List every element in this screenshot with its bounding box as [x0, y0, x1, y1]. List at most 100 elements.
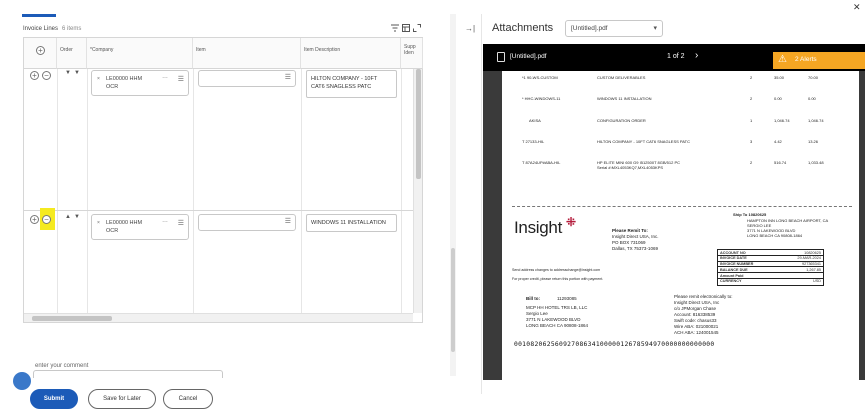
company-value: LE00000 HHM OCR: [106, 76, 143, 90]
move-down-icon[interactable]: ▼: [74, 214, 80, 220]
alerts-badge[interactable]: ⚠ 2 Alerts: [773, 52, 865, 69]
address-change-note: Send address changes to addresschange@in…: [512, 268, 601, 272]
company-prompt[interactable]: × LE00000 HHM OCR … ☰: [91, 214, 189, 240]
electronic-remit-line: Insight Direct USA, Inc: [674, 300, 720, 305]
collapse-panel-icon[interactable]: →|: [465, 24, 475, 33]
viewer-file-name: [Untitled].pdf: [510, 53, 547, 60]
remit-to-line: Please Remit To:: [612, 228, 648, 233]
prompt-list-icon[interactable]: ☰: [178, 75, 184, 83]
line-item-desc: CONFIGURATION ORDER: [597, 118, 646, 123]
bill-address-line: 3771 N LAKEWOOD BLVD: [526, 317, 581, 322]
account-label: INVOICE DATE: [720, 256, 747, 261]
save-for-later-button[interactable]: Save for Later: [88, 389, 156, 409]
line-item-qty: 2: [750, 75, 753, 80]
more-icon[interactable]: …: [162, 218, 168, 224]
line-item-qty: 2: [750, 160, 753, 165]
line-item-part: * HHC-WINDOWS-11: [522, 96, 561, 101]
alerts-label: 2 Alerts: [795, 56, 817, 63]
line-item-unit: 1,046.74: [774, 118, 790, 123]
add-line-icon[interactable]: +: [30, 215, 39, 224]
electronic-remit-line: ACH ABA: 124001545: [674, 330, 719, 335]
ocr-scanline: 0010820625609270863410000012678594970000…: [514, 341, 715, 348]
item-description-field[interactable]: HILTON COMPANY - 10FT CAT6 SNAGLESS PATC: [306, 70, 397, 98]
cancel-button[interactable]: Cancel: [163, 389, 213, 409]
electronic-remit-line: Swift code: chasus33: [674, 318, 717, 323]
panel-divider: [481, 14, 482, 394]
attachment-select-value: [Untitled].pdf: [571, 25, 608, 32]
line-item-qty: 2: [750, 96, 753, 101]
item-prompt[interactable]: ☰: [198, 70, 296, 87]
bill-address-line: Sergio Lee: [526, 311, 548, 316]
expand-icon[interactable]: [413, 24, 421, 35]
header-item-description: Item Description: [301, 38, 401, 69]
remove-line-icon[interactable]: −: [42, 71, 51, 80]
company-prompt[interactable]: × LE00000 HHM OCR … ☰: [91, 70, 189, 96]
next-page-icon[interactable]: ›: [695, 50, 698, 61]
columns-icon[interactable]: [402, 24, 410, 35]
attachments-title: Attachments: [492, 22, 554, 34]
clear-icon[interactable]: ×: [97, 76, 100, 82]
invoice-lines-count: 6 items: [62, 26, 82, 32]
insight-logo-mark: ⁜: [566, 215, 577, 229]
col-divider: [401, 69, 402, 313]
bill-address-line: LONG BEACH CA 90808-1864: [526, 323, 589, 328]
header-company: *Company: [87, 38, 193, 69]
account-value: 29-MAR-2024: [797, 256, 821, 261]
prompt-list-icon[interactable]: ☰: [285, 217, 291, 225]
move-down-icon[interactable]: ▼: [74, 70, 80, 76]
chevron-down-icon: ▾: [653, 25, 657, 32]
bill-address-line: MCP HH HOTEL TRS LB, LLC: [526, 305, 588, 310]
col-divider: [87, 69, 88, 313]
electronic-remit-line: Account: 816338539: [674, 312, 716, 317]
line-item-qty: 3: [750, 139, 753, 144]
line-item-total: 1,046.74: [808, 118, 824, 123]
page-scroll-thumb[interactable]: [451, 248, 455, 352]
account-value: 927365341: [801, 262, 821, 267]
vertical-scroll-thumb[interactable]: [416, 69, 421, 179]
more-icon[interactable]: …: [162, 74, 168, 80]
account-value: USD: [812, 279, 821, 284]
warning-icon: ⚠: [778, 54, 787, 65]
account-label: Amount Paid: [720, 273, 744, 278]
prompt-list-icon[interactable]: ☰: [285, 73, 291, 81]
close-icon[interactable]: ✕: [853, 2, 861, 13]
ship-to-line: LONG BEACH CA 90808-1864: [747, 233, 803, 238]
comment-input[interactable]: [33, 370, 223, 378]
horizontal-scroll-thumb[interactable]: [32, 316, 112, 321]
attachment-select[interactable]: [Untitled].pdf ▾: [565, 20, 663, 37]
perforation-line: [512, 206, 852, 207]
submit-button[interactable]: Submit: [30, 389, 78, 409]
page-indicator: 1 of 2: [667, 53, 685, 60]
ship-to-line: Ship To 10820625: [733, 212, 767, 217]
line-item-unit: 0.00: [774, 96, 782, 101]
line-item-part: T 27133-HIL: [522, 139, 545, 144]
file-icon: [497, 52, 505, 62]
avatar: [13, 372, 31, 390]
invoice-lines-grid: + Order *Company Item Item Description S…: [23, 37, 423, 323]
line-item-desc: HILTON COMPANY - 10FT CAT6 SNAGLESS PATC: [597, 139, 690, 144]
electronic-remit-line: Please remit electronically to:: [674, 294, 733, 299]
remove-line-icon[interactable]: −: [42, 215, 51, 224]
item-description-field[interactable]: WINDOWS 11 INSTALLATION: [306, 214, 397, 232]
line-item-serial: Serial #:MXL4053KQ7,MXL4053KPS: [597, 165, 664, 170]
line-item-part: *1 90-WS-CUSTOM: [522, 75, 558, 80]
col-divider: [57, 69, 58, 313]
company-value: LE00000 HHM OCR: [106, 220, 143, 234]
move-down-icon[interactable]: ▼: [65, 70, 71, 76]
add-line-icon[interactable]: +: [30, 71, 39, 80]
clear-icon[interactable]: ×: [97, 220, 100, 226]
remit-to-line: PO BOX 731069: [612, 240, 646, 245]
add-row-icon[interactable]: +: [36, 46, 45, 55]
vertical-scrollbar[interactable]: [413, 69, 422, 313]
horizontal-scrollbar[interactable]: [24, 313, 413, 322]
account-table: ACCOUNT NO 10820625 INVOICE DATE 29-MAR-202…: [717, 249, 824, 286]
line-item-unit: 4.42: [774, 139, 782, 144]
electronic-remit-line: Wire ABA: 021000021: [674, 324, 719, 329]
filter-icon[interactable]: [391, 24, 399, 35]
invoice-document-page: *1 90-WS-CUSTOM CUSTOM DELIVERABLES 2 35.00…: [502, 71, 859, 380]
item-prompt[interactable]: ☰: [198, 214, 296, 231]
account-label: CURRENCY: [720, 279, 742, 284]
prompt-list-icon[interactable]: ☰: [178, 219, 184, 227]
move-up-icon[interactable]: ▲: [65, 214, 71, 220]
account-value: 10820625: [804, 250, 821, 255]
